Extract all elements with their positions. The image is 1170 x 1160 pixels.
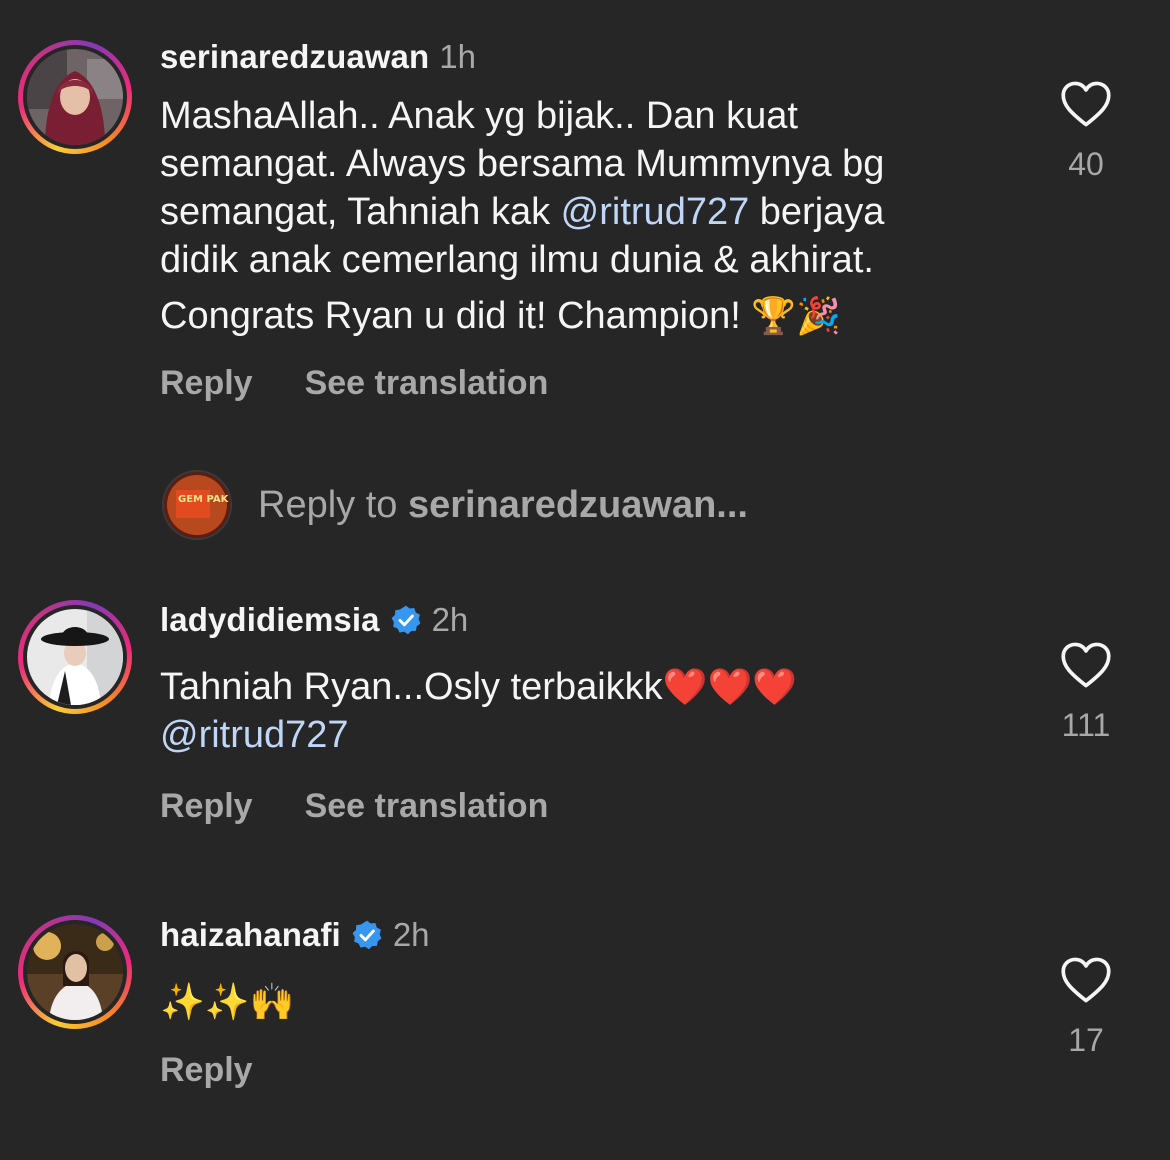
verified-badge-icon (391, 605, 420, 635)
like-count[interactable]: 17 (1040, 1022, 1132, 1059)
like-count[interactable]: 40 (1040, 146, 1132, 183)
comment-header: ladydidiemsia 2h (160, 600, 468, 640)
comment-text: MashaAllah.. Anak yg bijak.. Dan kuat se… (160, 92, 884, 340)
see-translation-button[interactable]: See translation (305, 364, 549, 403)
composer-prefix: Reply to (258, 483, 408, 526)
like-column: 111 (1040, 641, 1132, 744)
mention-link[interactable]: @ritrud727 (160, 714, 349, 756)
comment-line-text: semangat, Tahniah kak (160, 191, 561, 233)
comment-line-text: berjaya (749, 191, 885, 233)
reply-button[interactable]: Reply (160, 1051, 253, 1090)
comment-header: serinaredzuawan 1h (160, 37, 476, 77)
comment-line: didik anak cemerlang ilmu dunia & akhira… (160, 239, 874, 281)
verified-badge-icon (352, 920, 382, 950)
story-ring[interactable] (18, 600, 132, 714)
mention-link[interactable]: @ritrud727 (561, 191, 750, 233)
comment-actions: Reply (160, 1048, 305, 1092)
composer-target: serinaredzuawan... (407, 483, 748, 526)
see-translation-button[interactable]: See translation (305, 787, 549, 826)
woman-hat-avatar[interactable] (27, 609, 123, 705)
comment-text: ✨✨🙌 (160, 978, 294, 1026)
sparkles-raised-hands-emoji: ✨✨🙌 (160, 981, 295, 1022)
reply-button[interactable]: Reply (160, 787, 253, 826)
timestamp: 2h (431, 601, 469, 638)
composer-avatar-label: GEM PAK (178, 494, 230, 505)
story-ring[interactable] (18, 915, 132, 1029)
username[interactable]: haizahanafi (160, 916, 341, 954)
composer-avatar: GEM PAK (162, 470, 232, 540)
reply-composer[interactable]: GEM PAK Reply to serinaredzuawan... (162, 470, 748, 540)
comment-actions: Reply See translation (160, 361, 548, 405)
like-column: 40 (1040, 80, 1132, 183)
reply-button[interactable]: Reply (160, 364, 253, 403)
story-ring[interactable] (18, 40, 132, 154)
comments-page: serinaredzuawan 1h MashaAllah.. Anak yg … (0, 0, 1170, 1160)
like-column: 17 (1040, 956, 1132, 1059)
comment-line: semangat, Tahniah kak @ritrud727 berjaya (160, 188, 884, 236)
composer-placeholder[interactable]: Reply to serinaredzuawan... (258, 484, 748, 527)
comment-actions: Reply See translation (160, 784, 548, 828)
username[interactable]: serinaredzuawan (160, 38, 429, 76)
comment-line-text: Tahniah Ryan...Osly terbaikkk (160, 666, 663, 708)
heart-icon[interactable] (1060, 956, 1112, 1004)
heart-icon[interactable] (1060, 641, 1112, 689)
woman-hijab-avatar[interactable] (27, 49, 123, 145)
comment-line: @ritrud727 (160, 711, 797, 759)
username[interactable]: ladydidiemsia (160, 601, 380, 639)
comment-line-text: Congrats Ryan u did it! Champion! (160, 295, 752, 337)
comment-line: MashaAllah.. Anak yg bijak.. Dan kuat (160, 95, 798, 137)
comment-line: Congrats Ryan u did it! Champion! 🏆🎉 (160, 292, 884, 340)
timestamp: 1h (439, 38, 476, 75)
comment-line: ✨✨🙌 (160, 978, 294, 1026)
timestamp: 2h (392, 916, 430, 953)
like-count[interactable]: 111 (1040, 707, 1132, 744)
comment-header: haizahanafi 2h (160, 915, 430, 955)
heart-icon[interactable] (1060, 80, 1112, 128)
trophy-party-emoji: 🏆🎉 (751, 295, 842, 336)
woman-portrait-avatar[interactable] (27, 924, 123, 1020)
red-hearts-emoji: ❤️❤️❤️ (662, 666, 798, 707)
comment-line: semangat. Always bersama Mummynya bg (160, 143, 885, 185)
comment-line: Tahniah Ryan...Osly terbaikkk❤️❤️❤️ (160, 663, 797, 711)
comment-text: Tahniah Ryan...Osly terbaikkk❤️❤️❤️ @rit… (160, 663, 797, 759)
